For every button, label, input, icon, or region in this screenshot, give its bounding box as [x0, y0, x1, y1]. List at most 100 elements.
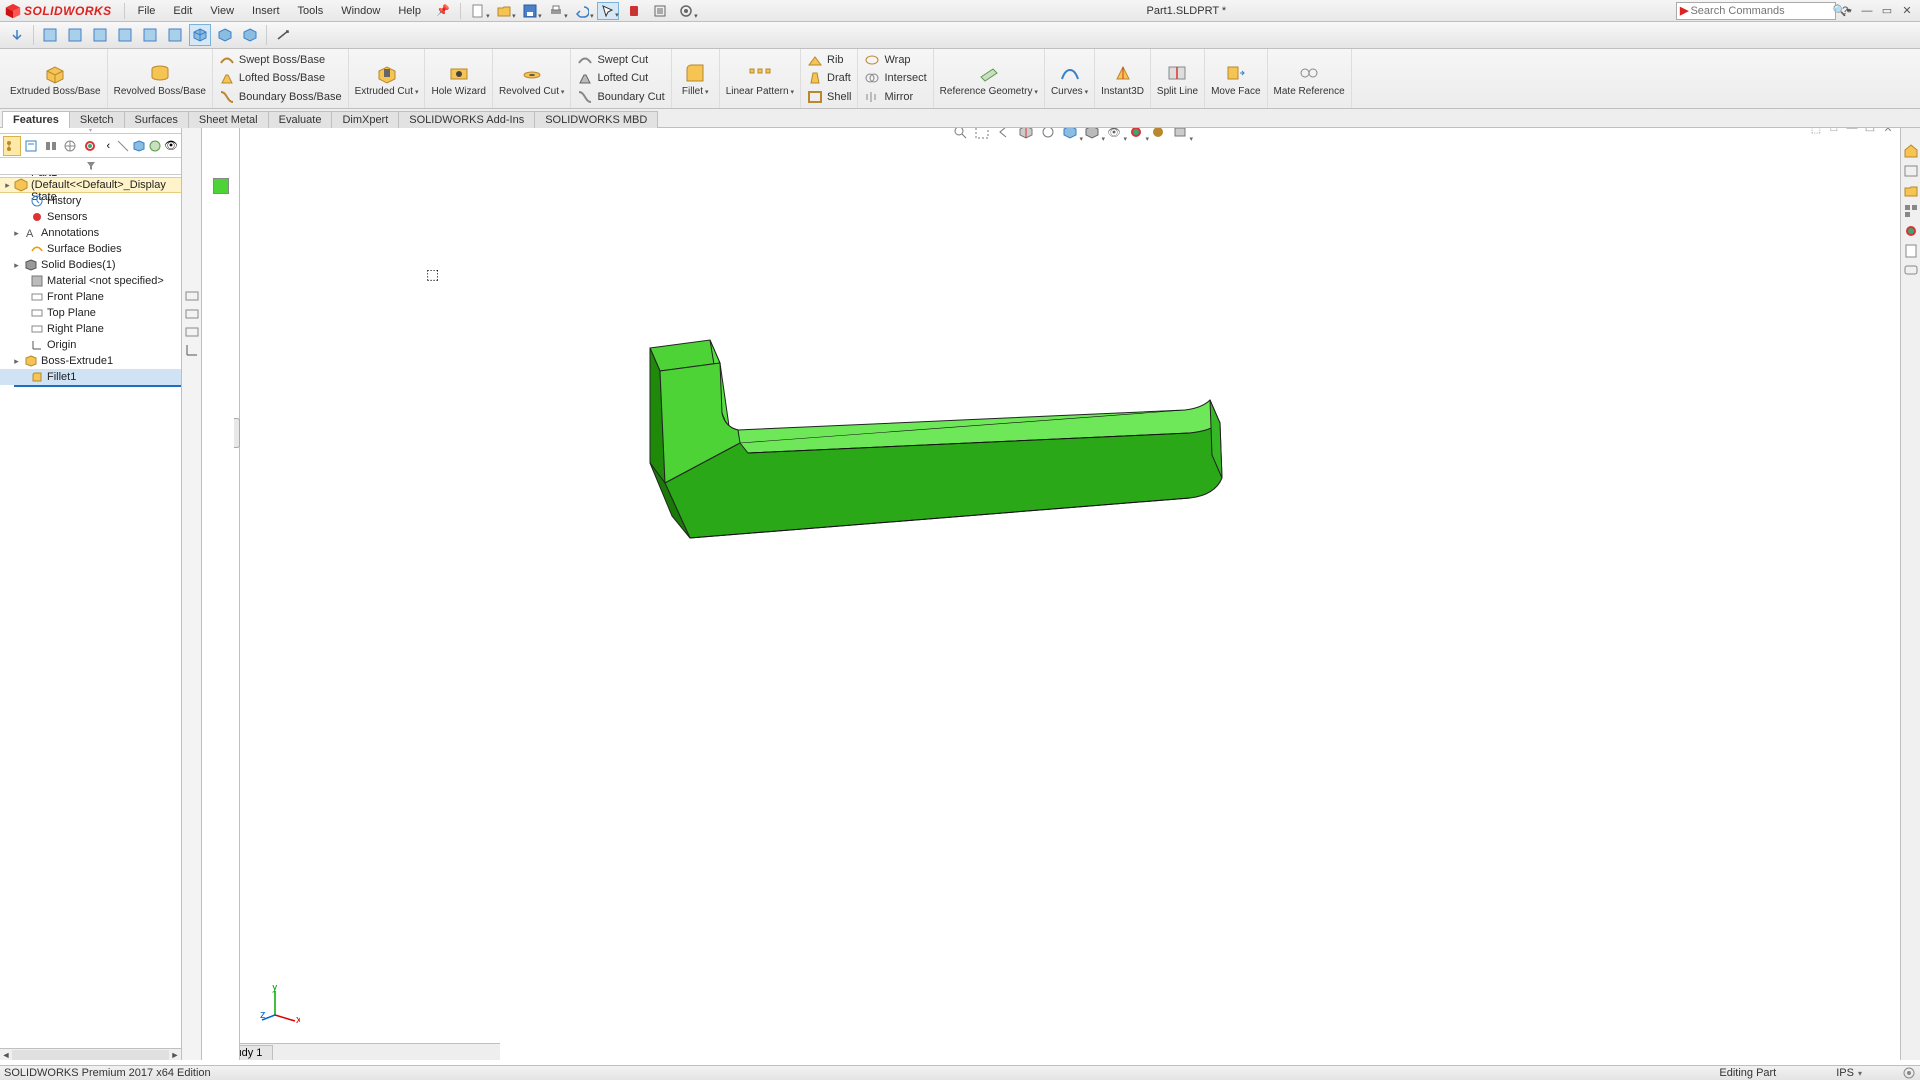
tree-sensors[interactable]: Sensors [0, 209, 181, 225]
tab-sketch[interactable]: Sketch [69, 111, 125, 128]
view-normal-icon[interactable] [272, 24, 294, 46]
extruded-boss-button[interactable]: Extruded Boss/Base [4, 49, 108, 108]
tp-library-icon[interactable] [1902, 162, 1920, 180]
fillet-button[interactable]: Fillet [672, 49, 720, 108]
open-doc-icon[interactable] [493, 2, 515, 20]
curves-button[interactable]: Curves [1045, 49, 1095, 108]
move-face-button[interactable]: Move Face [1205, 49, 1267, 108]
tree-surface-bodies[interactable]: Surface Bodies [0, 241, 181, 257]
prev-view-icon[interactable] [994, 128, 1014, 142]
rebuild-icon[interactable] [623, 2, 645, 20]
tp-view-palette-icon[interactable] [1902, 202, 1920, 220]
tree-boss-extrude[interactable]: ▸Boss-Extrude1 [0, 353, 181, 369]
new-doc-icon[interactable] [467, 2, 489, 20]
tp-appearances-icon[interactable] [1902, 222, 1920, 240]
view-top-icon[interactable] [139, 24, 161, 46]
tp-custom-props-icon[interactable] [1902, 242, 1920, 260]
plane-indicator-3[interactable] [184, 324, 200, 340]
fm-config-icon[interactable] [42, 136, 60, 156]
menu-insert[interactable]: Insert [243, 2, 289, 20]
model-geometry[interactable] [590, 328, 1340, 628]
menu-file[interactable]: File [129, 2, 165, 20]
units-dropdown-icon[interactable]: ▾ [1858, 1069, 1862, 1078]
orientation-triad[interactable]: y x z [260, 985, 300, 1025]
fm-hide-icon[interactable] [116, 136, 130, 156]
fm-property-icon[interactable] [23, 136, 41, 156]
origin-indicator-icon[interactable] [184, 342, 200, 358]
zoom-fit-icon[interactable] [950, 128, 970, 142]
tree-annotations[interactable]: ▸AAnnotations [0, 225, 181, 241]
view-bottom-icon[interactable] [164, 24, 186, 46]
section-view-icon[interactable] [1016, 128, 1036, 142]
vp-new-icon[interactable]: □ [1826, 128, 1842, 136]
undo-icon[interactable] [571, 2, 593, 20]
plane-indicator-1[interactable] [184, 288, 200, 304]
filter-icon[interactable] [86, 161, 96, 171]
options-icon[interactable] [675, 2, 697, 20]
pin-icon[interactable]: 📌 [430, 1, 456, 20]
swept-boss-button[interactable]: Swept Boss/Base [217, 51, 344, 69]
tree-solid-bodies[interactable]: ▸Solid Bodies(1) [0, 257, 181, 273]
tab-surfaces[interactable]: Surfaces [124, 111, 189, 128]
vp-minimize-icon[interactable]: — [1844, 128, 1860, 136]
vp-restore-icon[interactable]: ▭ [1862, 128, 1878, 136]
tab-mbd[interactable]: SOLIDWORKS MBD [534, 111, 658, 128]
fm-back-icon[interactable]: ‹ [103, 136, 114, 156]
fm-scrollbar[interactable]: ◄► [0, 1048, 181, 1060]
tree-fillet1[interactable]: Fillet1 [0, 369, 181, 385]
arrow-down-icon[interactable] [6, 24, 28, 46]
menu-window[interactable]: Window [332, 2, 389, 20]
edit-appearance-icon[interactable] [1126, 128, 1146, 142]
revolved-cut-button[interactable]: Revolved Cut [493, 49, 572, 108]
view-settings-icon[interactable] [1170, 128, 1190, 142]
tp-file-explorer-icon[interactable] [1902, 182, 1920, 200]
tab-dimxpert[interactable]: DimXpert [331, 111, 399, 128]
select-icon[interactable] [597, 2, 619, 20]
tp-home-icon[interactable] [1902, 142, 1920, 160]
search-commands[interactable]: ▶ 🔍 ▾ [1676, 2, 1836, 20]
tree-front-plane[interactable]: Front Plane [0, 289, 181, 305]
instant3d-button[interactable]: Instant3D [1095, 49, 1151, 108]
restore-icon[interactable]: ▭ [1878, 3, 1896, 19]
bottom-tab-motion[interactable]: Motion Study 1 [240, 1045, 273, 1061]
tree-right-plane[interactable]: Right Plane [0, 321, 181, 337]
menu-help[interactable]: Help [389, 2, 430, 20]
help-icon[interactable]: ?▾ [1838, 3, 1856, 19]
view-front-icon[interactable] [39, 24, 61, 46]
status-gear-icon[interactable] [1902, 1066, 1916, 1080]
graphics-viewport[interactable]: 👁 ⬚ □ — ▭ ✕ ⬚ [240, 128, 1900, 1060]
tab-sheetmetal[interactable]: Sheet Metal [188, 111, 269, 128]
split-line-button[interactable]: Split Line [1151, 49, 1205, 108]
vp-close-icon[interactable]: ✕ [1880, 128, 1896, 136]
mirror-button[interactable]: Mirror [862, 88, 928, 106]
fm-display-icon[interactable] [81, 136, 99, 156]
fm-cube-icon[interactable] [132, 136, 146, 156]
extruded-cut-button[interactable]: Extruded Cut [349, 49, 426, 108]
view-dimetric-icon[interactable] [239, 24, 261, 46]
menu-view[interactable]: View [201, 2, 243, 20]
draft-button[interactable]: Draft [805, 69, 853, 87]
tree-top-plane[interactable]: Top Plane [0, 305, 181, 321]
apply-scene-icon[interactable] [1148, 128, 1168, 142]
tab-evaluate[interactable]: Evaluate [268, 111, 333, 128]
hole-wizard-button[interactable]: Hole Wizard [425, 49, 492, 108]
linear-pattern-button[interactable]: Linear Pattern [720, 49, 801, 108]
boundary-cut-button[interactable]: Boundary Cut [575, 88, 666, 106]
print-icon[interactable] [545, 2, 567, 20]
shell-button[interactable]: Shell [805, 88, 853, 106]
lofted-cut-button[interactable]: Lofted Cut [575, 69, 666, 87]
rollback-bar[interactable] [14, 385, 181, 387]
menu-edit[interactable]: Edit [164, 2, 201, 20]
tree-origin[interactable]: Origin [0, 337, 181, 353]
appearance-swatch[interactable] [213, 178, 229, 194]
plane-indicator-2[interactable] [184, 306, 200, 322]
tree-material[interactable]: Material <not specified> [0, 273, 181, 289]
dynamic-view-icon[interactable] [1038, 128, 1058, 142]
boundary-boss-button[interactable]: Boundary Boss/Base [217, 88, 344, 106]
tab-addins[interactable]: SOLIDWORKS Add-Ins [398, 111, 535, 128]
view-iso-icon[interactable] [189, 24, 211, 46]
zoom-area-icon[interactable] [972, 128, 992, 142]
tab-features[interactable]: Features [2, 111, 70, 128]
fm-eye-icon[interactable]: 👁 [164, 136, 178, 156]
intersect-button[interactable]: Intersect [862, 69, 928, 87]
